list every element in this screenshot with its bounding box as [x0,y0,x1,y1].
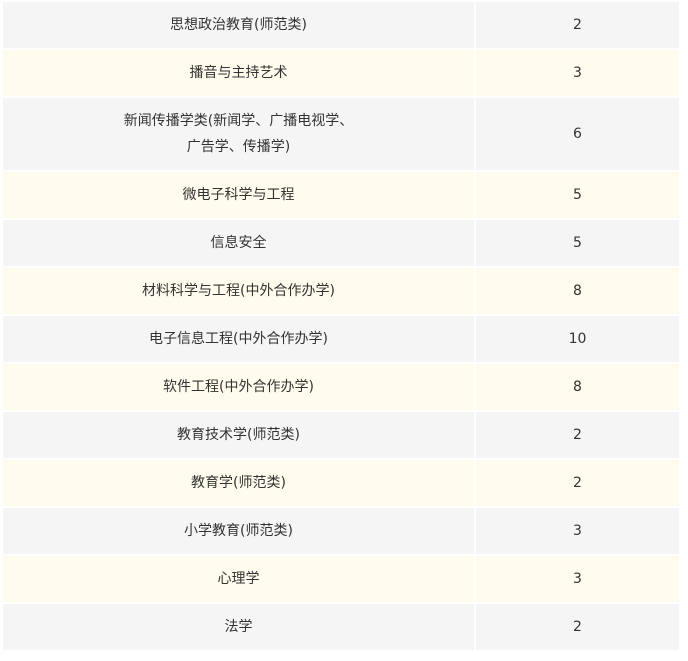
table-row: 法学 2 [3,604,679,652]
count-cell: 3 [476,50,679,96]
table-row: 思想政治教育(师范类) 2 [3,2,679,50]
count-cell: 8 [476,364,679,410]
major-name: 微电子科学与工程 [182,187,295,203]
count-cell: 3 [476,556,679,602]
major-name: 电子信息工程(中外合作办学) [149,331,328,347]
major-name: 材料科学与工程(中外合作办学) [142,283,335,299]
major-name-cell: 材料科学与工程(中外合作办学) [3,268,476,314]
count-value: 8 [573,379,582,395]
majors-table: 思想政治教育(师范类) 2 播音与主持艺术 3 新闻传播学类(新闻学、广播电视学… [3,2,679,652]
major-name: 教育技术学(师范类) [177,427,300,443]
major-name-cell: 心理学 [3,556,476,602]
table-row: 材料科学与工程(中外合作办学) 8 [3,268,679,316]
count-value: 8 [573,283,582,299]
major-name-cell: 法学 [3,604,476,650]
table-row: 心理学 3 [3,556,679,604]
count-value: 2 [573,17,582,33]
count-cell: 3 [476,508,679,554]
count-value: 5 [573,235,582,251]
table-row: 新闻传播学类(新闻学、广播电视学、 广告学、传播学) 6 [3,98,679,172]
table-row: 小学教育(师范类) 3 [3,508,679,556]
count-cell: 2 [476,604,679,650]
major-name-cell: 教育学(师范类) [3,460,476,506]
table-row: 电子信息工程(中外合作办学) 10 [3,316,679,364]
count-cell: 5 [476,220,679,266]
major-name: 信息安全 [210,235,267,251]
count-cell: 10 [476,316,679,362]
major-name-cell: 小学教育(师范类) [3,508,476,554]
count-cell: 5 [476,172,679,218]
major-name-cell: 电子信息工程(中外合作办学) [3,316,476,362]
count-value: 3 [573,523,582,539]
table-row: 软件工程(中外合作办学) 8 [3,364,679,412]
major-name: 软件工程(中外合作办学) [163,379,314,395]
table-row: 教育技术学(师范类) 2 [3,412,679,460]
major-name-cell: 教育技术学(师范类) [3,412,476,458]
table-row: 微电子科学与工程 5 [3,172,679,220]
major-name: 新闻传播学类(新闻学、广播电视学、 广告学、传播学) [123,113,354,155]
major-name-cell: 软件工程(中外合作办学) [3,364,476,410]
count-cell: 2 [476,2,679,48]
major-name-cell: 信息安全 [3,220,476,266]
major-name: 法学 [224,619,253,635]
major-name-cell: 微电子科学与工程 [3,172,476,218]
major-name: 思想政治教育(师范类) [170,17,307,33]
count-value: 2 [573,619,582,635]
count-cell: 2 [476,460,679,506]
count-cell: 6 [476,98,679,170]
count-value: 3 [573,65,582,81]
table-row: 教育学(师范类) 2 [3,460,679,508]
count-value: 5 [573,187,582,203]
major-name-cell: 思想政治教育(师范类) [3,2,476,48]
major-name-cell: 新闻传播学类(新闻学、广播电视学、 广告学、传播学) [3,98,476,170]
count-cell: 8 [476,268,679,314]
count-value: 10 [568,331,587,347]
count-cell: 2 [476,412,679,458]
major-name: 小学教育(师范类) [184,523,293,539]
major-name-cell: 播音与主持艺术 [3,50,476,96]
major-name: 心理学 [217,571,260,587]
major-name: 播音与主持艺术 [189,65,288,81]
count-value: 6 [573,126,582,142]
count-value: 2 [573,475,582,491]
table-row: 信息安全 5 [3,220,679,268]
count-value: 3 [573,571,582,587]
major-name: 教育学(师范类) [191,475,286,491]
count-value: 2 [573,427,582,443]
table-row: 播音与主持艺术 3 [3,50,679,98]
